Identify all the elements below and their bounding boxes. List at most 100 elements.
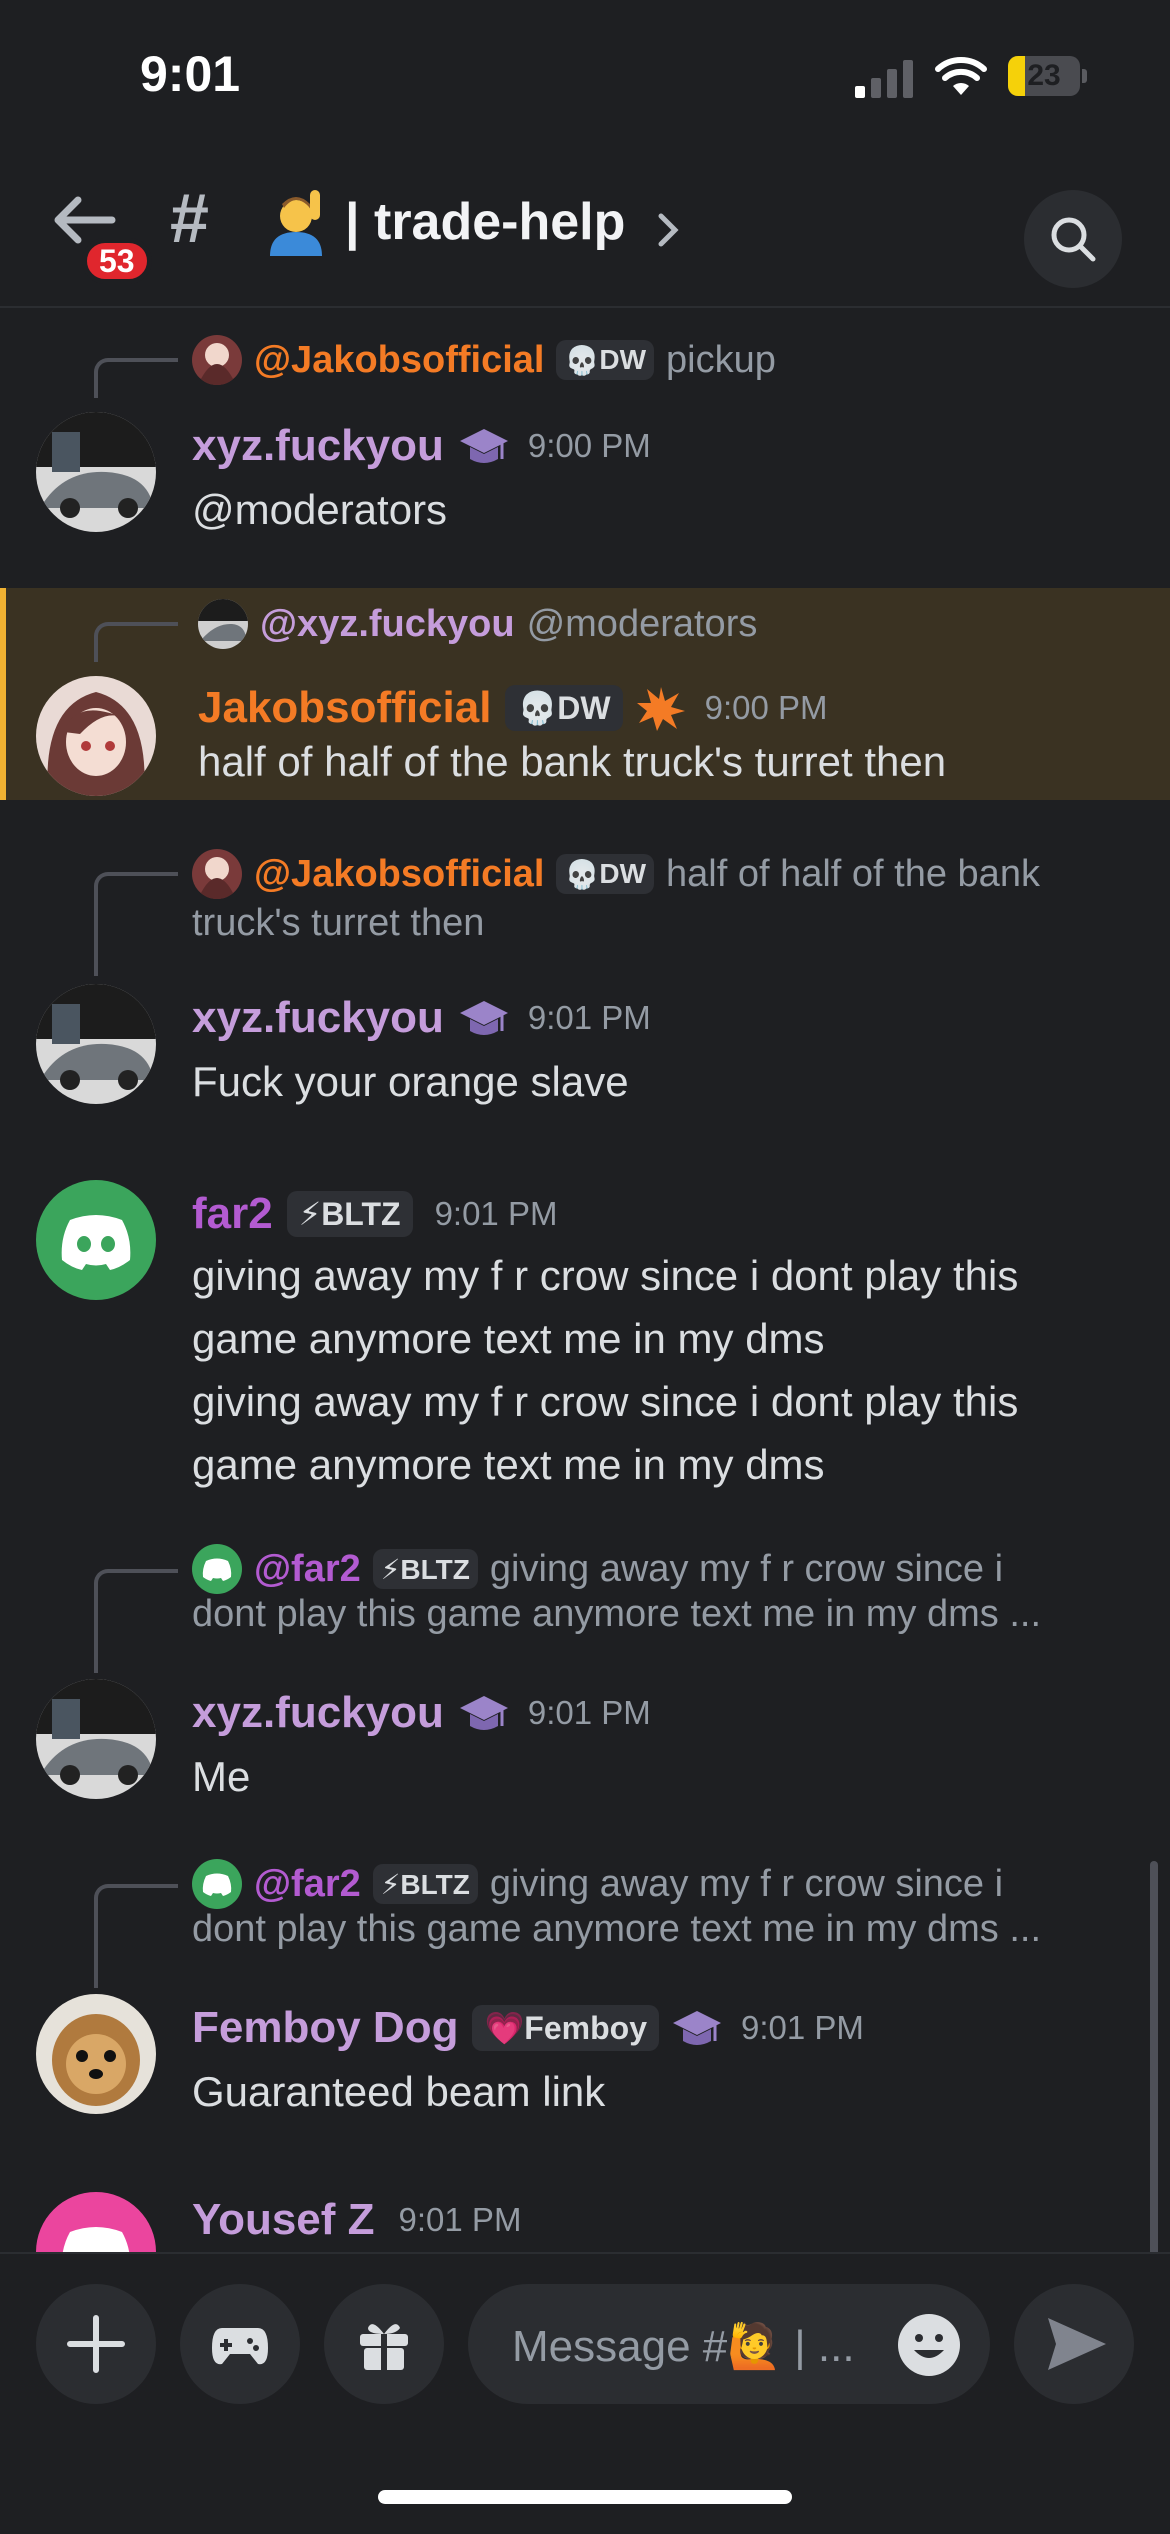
avatar[interactable] xyxy=(36,1994,156,2114)
role-tag: 💗Femboy xyxy=(472,2005,659,2051)
graduation-cap-icon xyxy=(459,1001,508,1035)
role-tag: ⚡BLTZ xyxy=(372,1864,478,1904)
send-button[interactable] xyxy=(1014,2284,1134,2404)
reply-text: pickup xyxy=(666,338,776,381)
timestamp: 9:00 PM xyxy=(704,689,828,726)
gift-button[interactable] xyxy=(324,2284,444,2404)
message-text: Fuck your orange slave xyxy=(192,1058,629,1105)
message-header: xyz.fuckyou 9:01 PM xyxy=(192,986,651,1050)
cellular-signal-icon xyxy=(855,58,915,98)
gamepad-icon xyxy=(212,2328,268,2365)
reply-text: giving away my f r crow since i xyxy=(489,1547,1004,1590)
reply-author[interactable]: @far2 xyxy=(254,1548,361,1591)
home-indicator[interactable] xyxy=(378,2490,792,2504)
reply-text-continued: truck's turret then xyxy=(192,902,485,944)
add-attachment-button[interactable] xyxy=(36,2284,156,2404)
battery-indicator: 23 xyxy=(1008,56,1088,96)
message-header: Yousef Z 9:01 PM xyxy=(192,2188,521,2252)
graduation-cap-icon xyxy=(672,2011,721,2045)
reply-preview[interactable]: @Jakobsofficial 💀 DW pickup xyxy=(192,332,776,388)
search-button[interactable] xyxy=(1024,190,1122,288)
search-icon xyxy=(1051,217,1096,262)
timestamp: 9:01 PM xyxy=(527,999,651,1036)
message-list[interactable]: @Jakobsofficial 💀 DW pickup xyz.fuckyou 9… xyxy=(0,308,1170,2252)
status-bar: 9:01 23 xyxy=(0,0,1170,150)
reply-preview[interactable]: @Jakobsofficial 💀 DW half of half of the … xyxy=(192,846,1040,902)
reply-author[interactable]: @far2 xyxy=(254,1863,361,1906)
message-header: xyz.fuckyou 9:00 PM xyxy=(192,414,651,478)
timestamp: 9:01 PM xyxy=(527,1694,651,1731)
timestamp: 9:00 PM xyxy=(527,427,651,464)
person-raising-hand-icon xyxy=(270,190,322,256)
message-text: Me xyxy=(192,1753,251,1800)
role-tag: ⚡BLTZ xyxy=(372,1549,478,1589)
clock: 9:01 xyxy=(140,46,241,102)
avatar[interactable] xyxy=(36,1180,156,1300)
reply-text: @moderators xyxy=(526,602,758,645)
send-icon xyxy=(1048,2318,1106,2370)
avatar[interactable] xyxy=(36,676,156,796)
reply-preview[interactable]: @xyz.fuckyou @moderators xyxy=(198,596,757,652)
message-header: Femboy Dog 💗Femboy 9:01 PM xyxy=(192,1996,864,2060)
wifi-icon xyxy=(935,57,987,95)
reply-text-continued: dont play this game anymore text me in m… xyxy=(192,1593,1042,1635)
reply-preview[interactable]: @far2 ⚡BLTZ giving away my f r crow sinc… xyxy=(192,1856,1003,1912)
reply-author[interactable]: @Jakobsofficial xyxy=(254,853,544,896)
message[interactable]: @far2 ⚡BLTZ giving away my f r crow sinc… xyxy=(0,1848,1170,2115)
reply-avatar xyxy=(198,599,248,649)
channel-title[interactable]: | trade-help xyxy=(345,192,625,252)
timestamp: 9:01 PM xyxy=(398,2201,522,2238)
burst-icon xyxy=(636,687,685,731)
username[interactable]: Jakobsofficial xyxy=(198,683,491,733)
avatar[interactable] xyxy=(36,2192,156,2252)
role-tag: 💀 DW xyxy=(505,685,623,731)
reply-author[interactable]: @xyz.fuckyou xyxy=(260,603,515,646)
discord-logo-icon xyxy=(62,2227,130,2252)
message-header: far2 ⚡BLTZ 9:01 PM xyxy=(192,1182,557,1246)
chevron-right-icon[interactable] xyxy=(655,210,681,250)
graduation-cap-icon xyxy=(459,1696,508,1730)
scrollbar[interactable] xyxy=(1150,1861,1158,2252)
timestamp: 9:01 PM xyxy=(434,1195,558,1232)
reply-avatar xyxy=(192,335,242,385)
message[interactable]: far2 ⚡BLTZ 9:01 PM giving away my f r cr… xyxy=(0,1168,1170,1498)
avatar[interactable] xyxy=(36,984,156,1104)
username[interactable]: far2 xyxy=(192,1189,273,1239)
reply-text: giving away my f r crow since i xyxy=(489,1862,1004,1905)
username[interactable]: xyz.fuckyou xyxy=(192,421,444,471)
message-text: half of half of the bank truck's turret … xyxy=(198,738,947,785)
unread-badge: 53 xyxy=(82,238,152,284)
username[interactable]: xyz.fuckyou xyxy=(192,993,444,1043)
reply-avatar xyxy=(192,1544,242,1594)
username[interactable]: Yousef Z xyxy=(192,2195,375,2245)
avatar[interactable] xyxy=(36,1679,156,1799)
reply-avatar xyxy=(192,849,242,899)
message-text: Guaranteed beam link xyxy=(192,2068,606,2115)
message[interactable]: @far2 ⚡BLTZ giving away my f r crow sinc… xyxy=(0,1533,1170,1800)
plus-icon xyxy=(67,2315,125,2373)
message[interactable]: @Jakobsofficial 💀 DW pickup xyz.fuckyou 9… xyxy=(0,324,1170,574)
emoji-picker-icon[interactable] xyxy=(896,2312,962,2378)
role-tag: 💀 DW xyxy=(556,340,655,380)
reply-avatar xyxy=(192,1859,242,1909)
message[interactable]: @Jakobsofficial 💀 DW half of half of the … xyxy=(0,838,1170,1105)
channel-header: 53 # | trade-help xyxy=(0,150,1170,308)
message-text: @moderators xyxy=(192,486,448,533)
role-tag: ⚡BLTZ xyxy=(286,1191,413,1237)
message-highlighted[interactable]: @xyz.fuckyou @moderators Jakobsofficial … xyxy=(0,588,1170,800)
message[interactable]: Yousef Z 9:01 PM xyxy=(0,2188,1170,2252)
skull-icon: 💀 xyxy=(564,858,600,890)
gift-icon xyxy=(360,2324,408,2370)
username[interactable]: Femboy Dog xyxy=(192,2003,458,2053)
reply-preview[interactable]: @far2 ⚡BLTZ giving away my f r crow sinc… xyxy=(192,1541,1003,1597)
battery-percent: 23 xyxy=(1027,59,1061,92)
discord-logo-icon xyxy=(61,1215,131,1270)
avatar[interactable] xyxy=(36,412,156,532)
reply-author[interactable]: @Jakobsofficial xyxy=(254,339,544,382)
graduation-cap-icon xyxy=(459,429,508,463)
skull-icon: 💀 xyxy=(517,690,558,726)
username[interactable]: xyz.fuckyou xyxy=(192,1688,444,1738)
message-input[interactable]: Message #🙋 | ... xyxy=(468,2284,990,2404)
skull-icon: 💀 xyxy=(564,344,600,376)
activities-button[interactable] xyxy=(180,2284,300,2404)
